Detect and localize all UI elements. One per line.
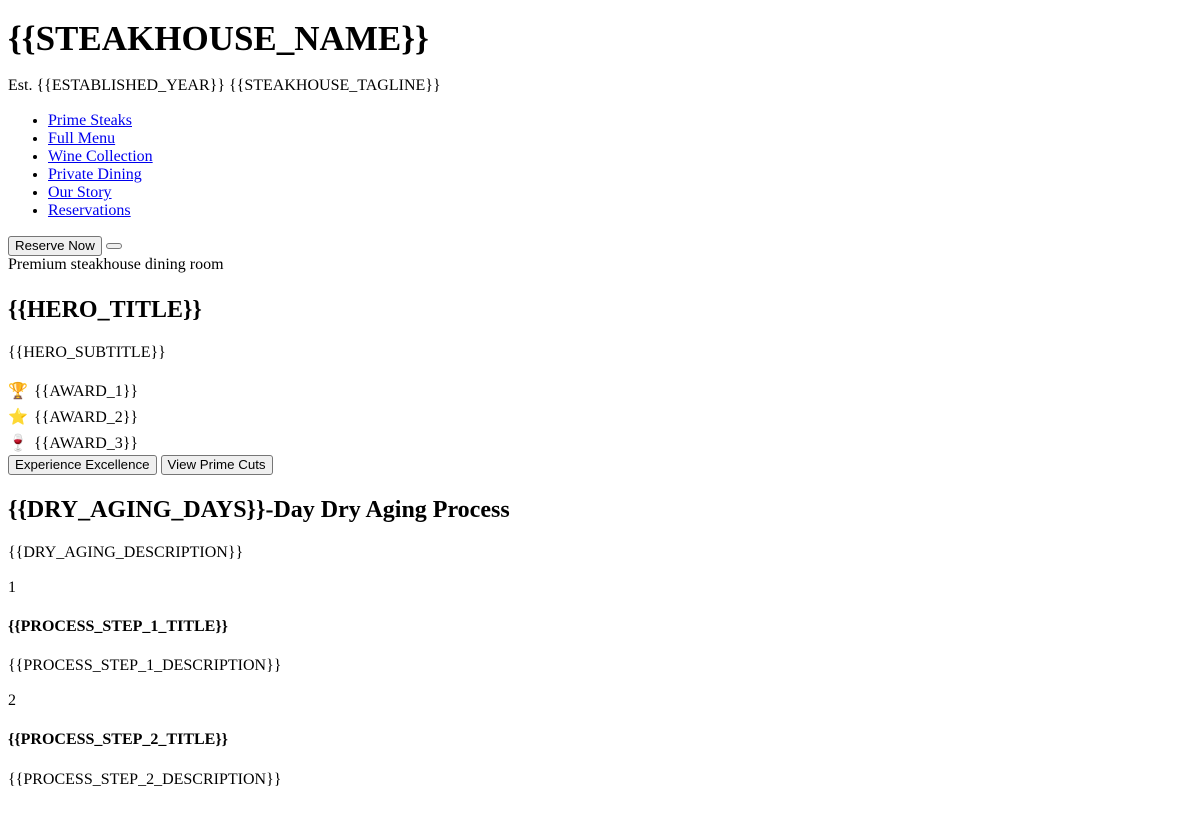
award-text: {{AWARD_1}}	[34, 382, 139, 400]
nav-item-full-menu: Full Menu	[48, 130, 1192, 148]
step-description: {{PROCESS_STEP_1_DESCRIPTION}}	[8, 657, 282, 675]
experience-excellence-button[interactable]: Experience Excellence	[8, 454, 157, 475]
nav-link-our-story[interactable]: Our Story	[48, 184, 112, 201]
view-prime-cuts-button[interactable]: View Prime Cuts	[160, 454, 273, 475]
nav-link-private-dining[interactable]: Private Dining	[48, 166, 142, 183]
hero-cta-row: Experience Excellence View Prime Cuts	[8, 454, 1192, 475]
hero-image: Premium steakhouse dining room	[8, 256, 1192, 275]
site-header: {{STEAKHOUSE_NAME}} Est. {{ESTABLISHED_Y…	[8, 19, 1192, 256]
menu-toggle-button[interactable]	[105, 242, 122, 249]
hero-section: Premium steakhouse dining room {{HERO_TI…	[8, 256, 1192, 475]
reserve-now-button[interactable]: Reserve Now	[8, 235, 102, 256]
steakhouse-name: {{STEAKHOUSE_NAME}}	[8, 19, 429, 58]
tagline-line: Est. {{ESTABLISHED_YEAR}} {{STEAKHOUSE_T…	[8, 77, 1192, 95]
est-prefix: Est.	[8, 77, 33, 95]
nav-actions: Reserve Now	[8, 235, 1192, 256]
nav-list: Prime Steaks Full Menu Wine Collection P…	[8, 112, 1192, 220]
award-item: 🍷 {{AWARD_3}}	[8, 431, 1192, 457]
nav-link-wine-collection[interactable]: Wine Collection	[48, 148, 153, 165]
award-text: {{AWARD_3}}	[34, 434, 139, 452]
dry-aging-description: {{DRY_AGING_DESCRIPTION}}	[8, 544, 244, 562]
awards-list: 🏆 {{AWARD_1}} ⭐ {{AWARD_2}} 🍷 {{AWARD_3}…	[8, 379, 1192, 457]
award-item: 🏆 {{AWARD_1}}	[8, 379, 1192, 405]
award-text: {{AWARD_2}}	[34, 408, 139, 426]
nav-link-prime-steaks[interactable]: Prime Steaks	[48, 112, 132, 129]
step-description: {{PROCESS_STEP_2_DESCRIPTION}}	[8, 770, 282, 788]
step-number: 2	[8, 691, 16, 709]
nav-item-private-dining: Private Dining	[48, 166, 1192, 184]
dry-aging-days: {{DRY_AGING_DAYS}}	[8, 496, 266, 523]
step-title: {{PROCESS_STEP_2_TITLE}}	[8, 731, 228, 749]
star-icon: ⭐	[8, 408, 28, 426]
dry-aging-title-suffix: -Day Dry Aging Process	[265, 496, 510, 523]
nav-item-reservations: Reservations	[48, 202, 1192, 220]
page: {{STEAKHOUSE_NAME}} Est. {{ESTABLISHED_Y…	[0, 19, 1200, 789]
established-year: {{ESTABLISHED_YEAR}}	[36, 77, 225, 95]
nav-link-reservations[interactable]: Reservations	[48, 202, 131, 219]
hero-image-alt: Premium steakhouse dining room	[8, 255, 224, 273]
dry-aging-title: {{DRY_AGING_DAYS}}-Day Dry Aging Process	[8, 497, 1192, 525]
trophy-icon: 🏆	[8, 382, 28, 400]
hero-title: {{HERO_TITLE}}	[8, 296, 202, 323]
nav-item-wine-collection: Wine Collection	[48, 148, 1192, 166]
nav-link-full-menu[interactable]: Full Menu	[48, 130, 115, 147]
award-item: ⭐ {{AWARD_2}}	[8, 405, 1192, 431]
nav-item-our-story: Our Story	[48, 184, 1192, 202]
hero-subtitle: {{HERO_SUBTITLE}}	[8, 344, 166, 362]
steakhouse-tagline: {{STEAKHOUSE_TAGLINE}}	[229, 77, 441, 95]
process-step: 1 {{PROCESS_STEP_1_TITLE}} {{PROCESS_STE…	[8, 579, 1192, 676]
process-step: 2 {{PROCESS_STEP_2_TITLE}} {{PROCESS_STE…	[8, 692, 1192, 789]
wine-glass-icon: 🍷	[8, 434, 28, 452]
dry-aging-section: {{DRY_AGING_DAYS}}-Day Dry Aging Process…	[8, 497, 1192, 789]
step-title: {{PROCESS_STEP_1_TITLE}}	[8, 618, 228, 635]
main-nav: Prime Steaks Full Menu Wine Collection P…	[8, 112, 1192, 256]
step-number: 1	[8, 578, 16, 596]
nav-item-prime-steaks: Prime Steaks	[48, 112, 1192, 130]
